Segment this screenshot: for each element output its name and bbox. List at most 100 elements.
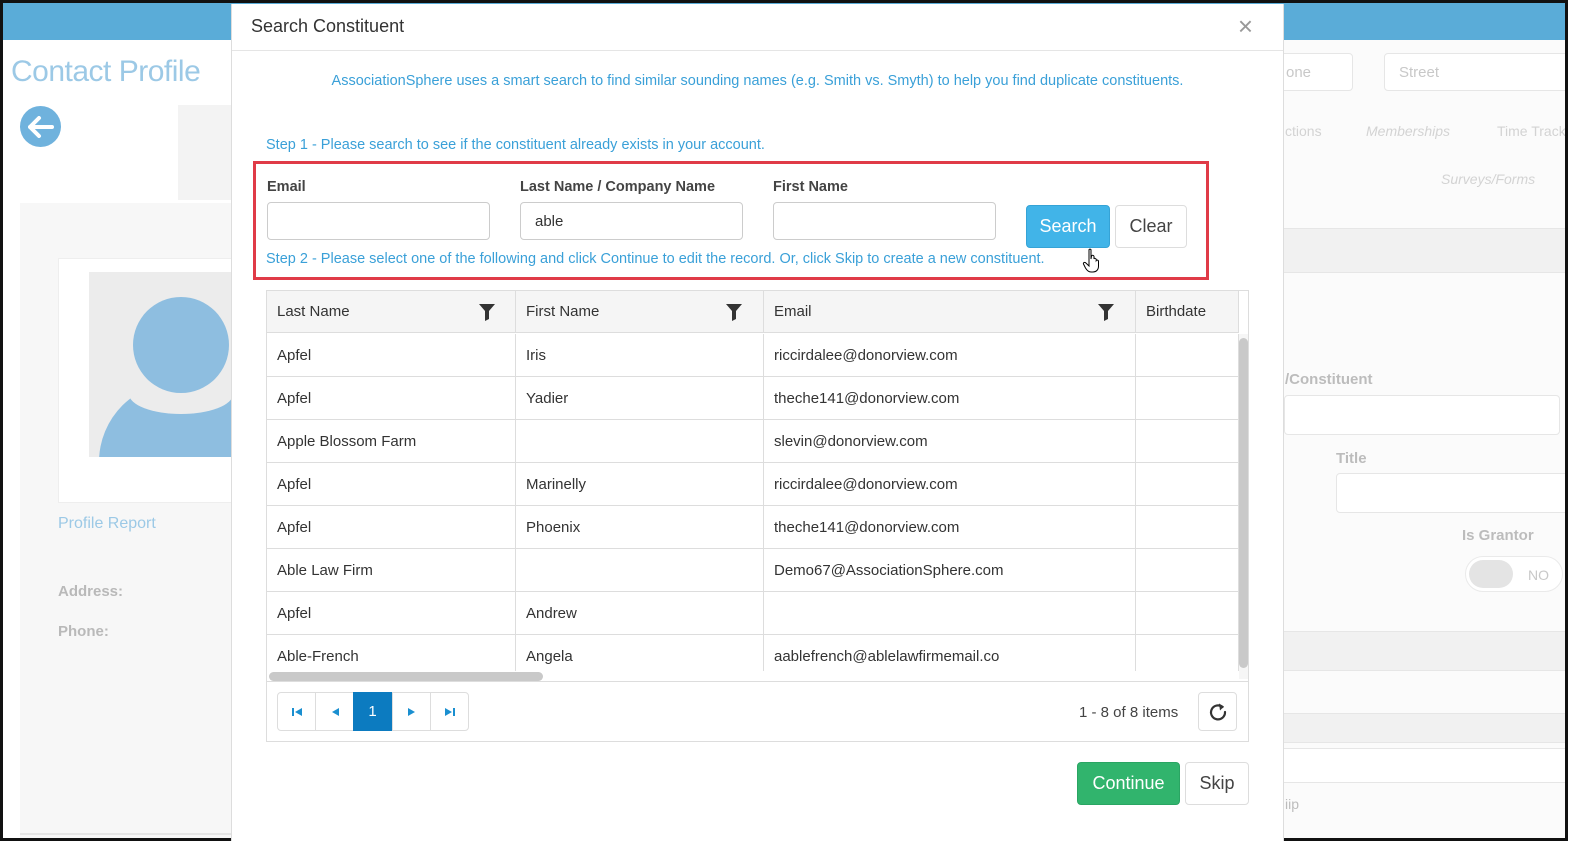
arrow-left-icon	[27, 115, 54, 138]
search-button[interactable]: Search	[1026, 205, 1110, 248]
last-name-field[interactable]	[520, 202, 743, 240]
cell-birthdate	[1136, 635, 1239, 671]
cell-email: slevin@donorview.com	[764, 420, 1136, 463]
street-field[interactable]: Street	[1384, 53, 1565, 91]
cell-email: Demo67@AssociationSphere.com	[764, 549, 1136, 592]
table-row[interactable]: Able Law Firm Demo67@AssociationSphere.c…	[267, 549, 1239, 592]
first-name-field[interactable]	[773, 202, 996, 240]
toggle-value: NO	[1528, 567, 1549, 583]
cell-last-name: Apple Blossom Farm	[267, 420, 516, 463]
column-header-label: First Name	[526, 303, 600, 320]
scrollbar-thumb[interactable]	[1239, 338, 1248, 668]
cell-last-name: Able Law Firm	[267, 549, 516, 592]
scrollbar-thumb[interactable]	[269, 672, 543, 681]
table-row[interactable]: Apfel Marinelly riccirdalee@donorview.co…	[267, 463, 1239, 506]
phone-field-placeholder: one	[1286, 63, 1312, 81]
grid-pager: 1 1 - 8 of 8 items	[267, 681, 1248, 741]
is-grantor-label: Is Grantor	[1462, 527, 1534, 544]
cell-last-name: Apfel	[267, 377, 516, 420]
constituent-field[interactable]	[1284, 395, 1560, 435]
back-button[interactable]	[20, 106, 61, 147]
step2-text: Step 2 - Please select one of the follow…	[266, 251, 1045, 267]
column-header-last-name[interactable]: Last Name	[267, 291, 516, 333]
next-page-button[interactable]	[392, 692, 431, 731]
cell-email: theche141@donorview.com	[764, 506, 1136, 549]
table-row[interactable]: Apfel Andrew	[267, 592, 1239, 635]
phone-label: Phone:	[58, 623, 109, 640]
cell-first-name	[516, 420, 764, 463]
step1-text: Step 1 - Please search to see if the con…	[266, 137, 765, 153]
cell-first-name: Iris	[516, 334, 764, 377]
cell-birthdate	[1136, 592, 1239, 635]
cell-birthdate	[1136, 420, 1239, 463]
modal-header: Search Constituent ×	[232, 4, 1283, 51]
column-header-email[interactable]: Email	[764, 291, 1136, 333]
skip-button[interactable]: Skip	[1185, 762, 1249, 805]
filter-icon[interactable]	[1098, 303, 1114, 321]
clear-button[interactable]: Clear	[1115, 205, 1187, 248]
cell-birthdate	[1136, 506, 1239, 549]
column-header-birthdate[interactable]: Birthdate	[1136, 291, 1239, 333]
cell-birthdate	[1136, 463, 1239, 506]
filter-icon[interactable]	[479, 303, 495, 321]
section-band	[1284, 631, 1565, 671]
table-row[interactable]: Apfel Iris riccirdalee@donorview.com	[267, 334, 1239, 377]
last-page-button[interactable]	[430, 692, 469, 731]
table-row[interactable]: Apple Blossom Farm slevin@donorview.com	[267, 420, 1239, 463]
toggle-knob	[1469, 560, 1513, 588]
first-name-label: First Name	[773, 179, 848, 195]
last-name-label: Last Name / Company Name	[520, 179, 716, 195]
table-row[interactable]: Apfel Phoenix theche141@donorview.com	[267, 506, 1239, 549]
constituent-label: /Constituent	[1285, 371, 1373, 388]
email-field[interactable]	[267, 202, 490, 240]
tab-surveys-forms[interactable]: Surveys/Forms	[1441, 171, 1535, 187]
cell-last-name: Able-French	[267, 635, 516, 671]
tab-memberships[interactable]: Memberships	[1366, 123, 1450, 139]
cell-first-name: Angela	[516, 635, 764, 671]
prev-page-icon	[331, 707, 339, 716]
vertical-scrollbar[interactable]	[1239, 334, 1248, 679]
profile-report-link[interactable]: Profile Report	[58, 515, 156, 533]
horizontal-scrollbar[interactable]	[267, 671, 1239, 681]
cell-email	[764, 592, 1136, 635]
last-page-icon	[444, 707, 455, 716]
page-button-current[interactable]: 1	[353, 692, 392, 731]
grid-body: Apfel Iris riccirdalee@donorview.com Apf…	[267, 334, 1239, 671]
cell-first-name: Yadier	[516, 377, 764, 420]
filter-icon[interactable]	[726, 303, 742, 321]
cell-first-name: Phoenix	[516, 506, 764, 549]
title-field[interactable]	[1336, 473, 1565, 513]
cell-first-name: Andrew	[516, 592, 764, 635]
cell-last-name: Apfel	[267, 592, 516, 635]
results-grid: Last Name First Name Email Birthdate Apf…	[266, 290, 1249, 742]
grid-header: Last Name First Name Email Birthdate	[267, 291, 1239, 333]
is-grantor-toggle[interactable]: NO	[1465, 556, 1563, 592]
cell-last-name: Apfel	[267, 463, 516, 506]
cell-birthdate	[1136, 377, 1239, 420]
cell-email: riccirdalee@donorview.com	[764, 463, 1136, 506]
next-page-icon	[407, 707, 415, 716]
close-icon[interactable]: ×	[1238, 13, 1253, 39]
continue-button[interactable]: Continue	[1077, 762, 1180, 805]
section-band	[1284, 748, 1565, 783]
column-header-label: Email	[774, 303, 812, 320]
avatar-placeholder-icon	[89, 272, 239, 457]
first-page-button[interactable]	[277, 692, 316, 731]
table-row[interactable]: Able-French Angela aablefrench@ablelawfi…	[267, 635, 1239, 671]
title-label: Title	[1336, 450, 1367, 467]
bottom-label-fragment: iip	[1285, 796, 1300, 812]
address-label: Address:	[58, 583, 124, 600]
street-field-placeholder: Street	[1399, 63, 1440, 81]
tab-actions[interactable]: ctions	[1285, 123, 1322, 139]
table-row[interactable]: Apfel Yadier theche141@donorview.com	[267, 377, 1239, 420]
search-constituent-modal: Search Constituent × AssociationSphere u…	[231, 4, 1284, 841]
cell-first-name: Marinelly	[516, 463, 764, 506]
refresh-button[interactable]	[1198, 692, 1237, 731]
pager-info: 1 - 8 of 8 items	[1079, 704, 1179, 721]
prev-page-button[interactable]	[315, 692, 354, 731]
page-title: Contact Profile	[11, 55, 201, 88]
cell-email: aablefrench@ablelawfirmemail.co	[764, 635, 1136, 671]
tab-time-track[interactable]: Time Track	[1497, 123, 1565, 139]
cell-first-name	[516, 549, 764, 592]
column-header-first-name[interactable]: First Name	[516, 291, 764, 333]
